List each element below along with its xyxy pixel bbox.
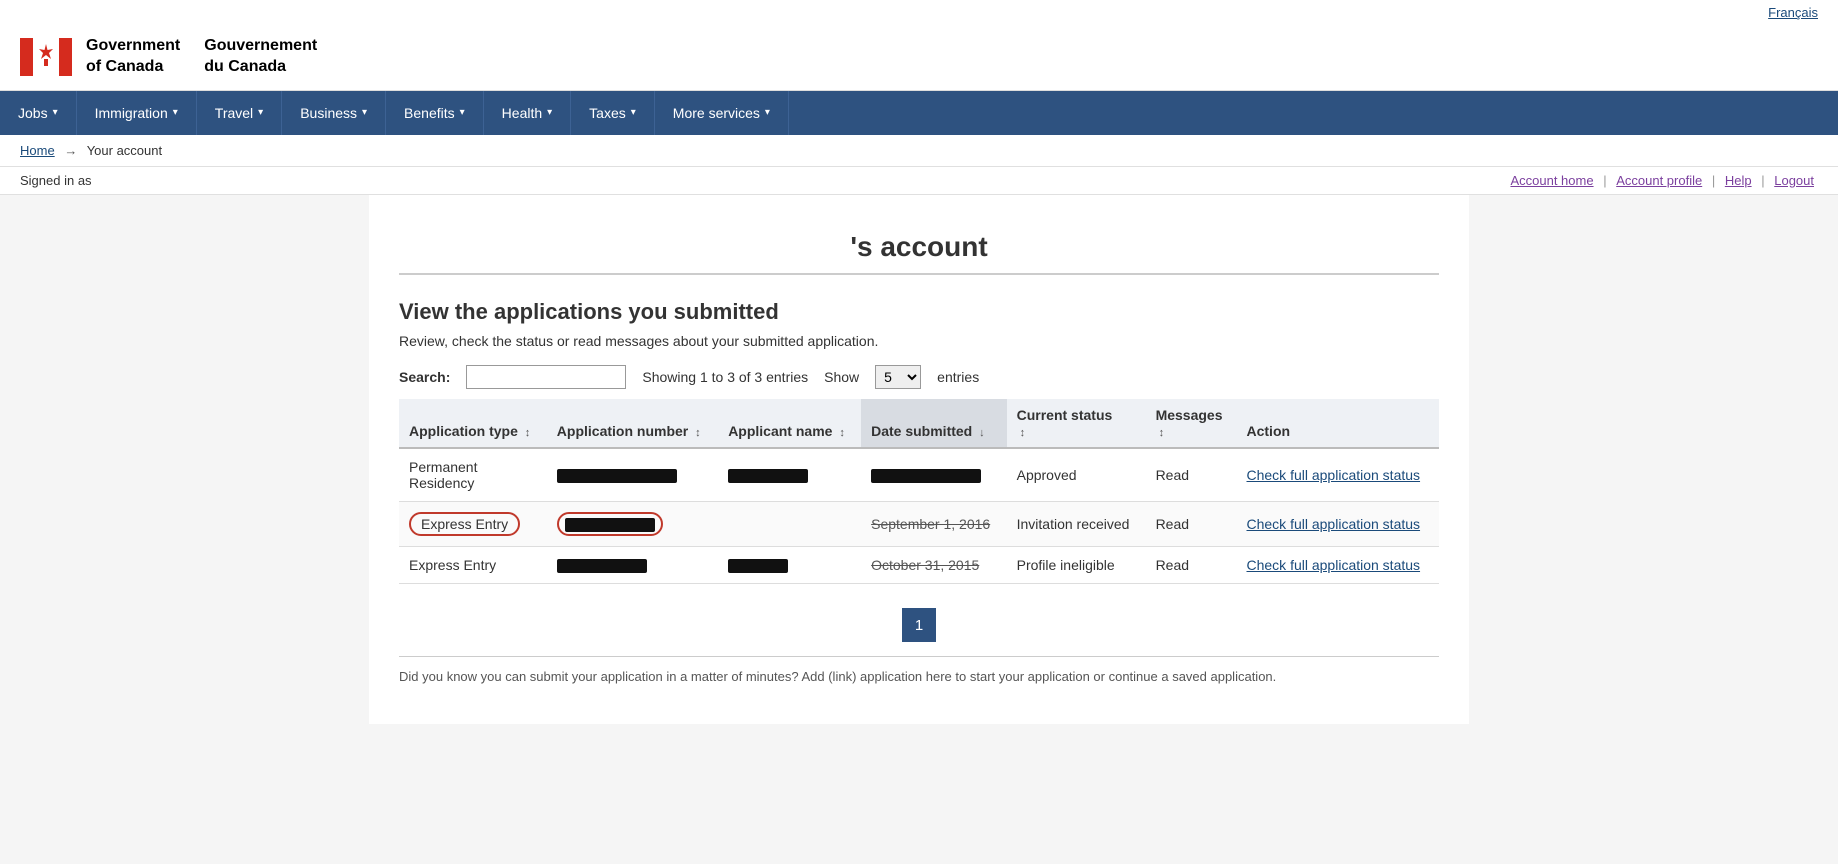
- section-description: Review, check the status or read message…: [399, 333, 1439, 349]
- government-name-fr: Gouvernement du Canada: [204, 36, 317, 78]
- status-cell: Invitation received: [1007, 501, 1146, 546]
- nav-item-more-services[interactable]: More services▾: [655, 91, 789, 135]
- page-title: 's account: [399, 215, 1439, 275]
- nav-item-jobs[interactable]: Jobs▾: [0, 91, 77, 135]
- main-navigation: Jobs▾ Immigration▾ Travel▾ Business▾ Ben…: [0, 91, 1838, 135]
- signed-in-label: Signed in as: [20, 173, 92, 188]
- account-home-link[interactable]: Account home: [1510, 173, 1593, 188]
- logout-link[interactable]: Logout: [1774, 173, 1814, 188]
- table-row: Express Entry October 31, 2015 Profile i…: [399, 546, 1439, 583]
- nav-item-health[interactable]: Health▾: [484, 91, 572, 135]
- date-submitted-cell: October 31, 2015: [861, 546, 1007, 583]
- canada-flag-logo: [20, 38, 72, 76]
- show-entries-select[interactable]: 5 10 25: [875, 365, 921, 389]
- action-cell[interactable]: Check full application status: [1237, 448, 1440, 502]
- applicant-name-cell: [718, 448, 861, 502]
- breadcrumb-arrow: →: [64, 143, 77, 158]
- app-number-circled: [557, 512, 663, 536]
- pagination: 1: [399, 608, 1439, 642]
- nav-item-travel[interactable]: Travel▾: [197, 91, 282, 135]
- app-number-cell: [547, 501, 718, 546]
- bottom-text: Did you know you can submit your applica…: [399, 656, 1439, 684]
- applications-table: Application type ↕ Application number ↕ …: [399, 399, 1439, 585]
- section-title: View the applications you submitted: [399, 299, 1439, 325]
- account-bar: Signed in as Account home | Account prof…: [0, 167, 1838, 195]
- account-profile-link[interactable]: Account profile: [1616, 173, 1702, 188]
- col-header-applicant-name[interactable]: Applicant name ↕: [718, 399, 861, 448]
- table-row: Express Entry September 1, 2016 Invitati…: [399, 501, 1439, 546]
- date-strikethrough: September 1, 2016: [871, 516, 990, 532]
- check-status-link[interactable]: Check full application status: [1247, 516, 1421, 532]
- messages-cell: Read: [1146, 501, 1237, 546]
- show-label: Show: [824, 369, 859, 385]
- status-cell: Profile ineligible: [1007, 546, 1146, 583]
- government-name: Government of Canada: [86, 36, 180, 78]
- col-header-action: Action: [1237, 399, 1440, 448]
- app-type-cell: Express Entry: [399, 546, 547, 583]
- status-cell: Approved: [1007, 448, 1146, 502]
- col-header-date-submitted[interactable]: Date submitted ↓: [861, 399, 1007, 448]
- breadcrumb-current: Your account: [87, 143, 162, 158]
- account-links: Account home | Account profile | Help | …: [1506, 173, 1818, 188]
- top-bar: Français: [0, 0, 1838, 24]
- applicant-name-cell: [718, 501, 861, 546]
- check-status-link[interactable]: Check full application status: [1247, 557, 1421, 573]
- search-label: Search:: [399, 369, 450, 385]
- express-entry-circled: Express Entry: [409, 512, 520, 536]
- site-header: Government of Canada Gouvernement du Can…: [0, 24, 1838, 91]
- main-content: 's account View the applications you sub…: [369, 195, 1469, 725]
- date-submitted-cell: September 1, 2016: [861, 501, 1007, 546]
- nav-item-benefits[interactable]: Benefits▾: [386, 91, 484, 135]
- breadcrumb: Home → Your account: [0, 135, 1838, 167]
- nav-item-taxes[interactable]: Taxes▾: [571, 91, 655, 135]
- applicant-name-cell: [718, 546, 861, 583]
- col-header-current-status[interactable]: Current status ↕: [1007, 399, 1146, 448]
- app-type-cell: PermanentResidency: [399, 448, 547, 502]
- app-number-cell: [547, 546, 718, 583]
- table-row: PermanentResidency Approved Read Check f…: [399, 448, 1439, 502]
- search-input[interactable]: [466, 365, 626, 389]
- action-cell[interactable]: Check full application status: [1237, 546, 1440, 583]
- messages-cell: Read: [1146, 448, 1237, 502]
- date-submitted-cell: [861, 448, 1007, 502]
- messages-cell: Read: [1146, 546, 1237, 583]
- table-controls: Search: Showing 1 to 3 of 3 entries Show…: [399, 365, 1439, 389]
- breadcrumb-home[interactable]: Home: [20, 143, 55, 158]
- col-header-messages[interactable]: Messages ↕: [1146, 399, 1237, 448]
- french-link[interactable]: Français: [1768, 5, 1818, 20]
- nav-item-business[interactable]: Business▾: [282, 91, 386, 135]
- nav-item-immigration[interactable]: Immigration▾: [77, 91, 197, 135]
- app-number-cell: [547, 448, 718, 502]
- page-1-button[interactable]: 1: [902, 608, 936, 642]
- showing-info: Showing 1 to 3 of 3 entries: [642, 369, 808, 385]
- entries-label: entries: [937, 369, 979, 385]
- col-header-app-number[interactable]: Application number ↕: [547, 399, 718, 448]
- col-header-app-type[interactable]: Application type ↕: [399, 399, 547, 448]
- app-type-cell: Express Entry: [399, 501, 547, 546]
- help-link[interactable]: Help: [1725, 173, 1752, 188]
- date-strikethrough: October 31, 2015: [871, 557, 979, 573]
- action-cell[interactable]: Check full application status: [1237, 501, 1440, 546]
- check-status-link[interactable]: Check full application status: [1247, 467, 1421, 483]
